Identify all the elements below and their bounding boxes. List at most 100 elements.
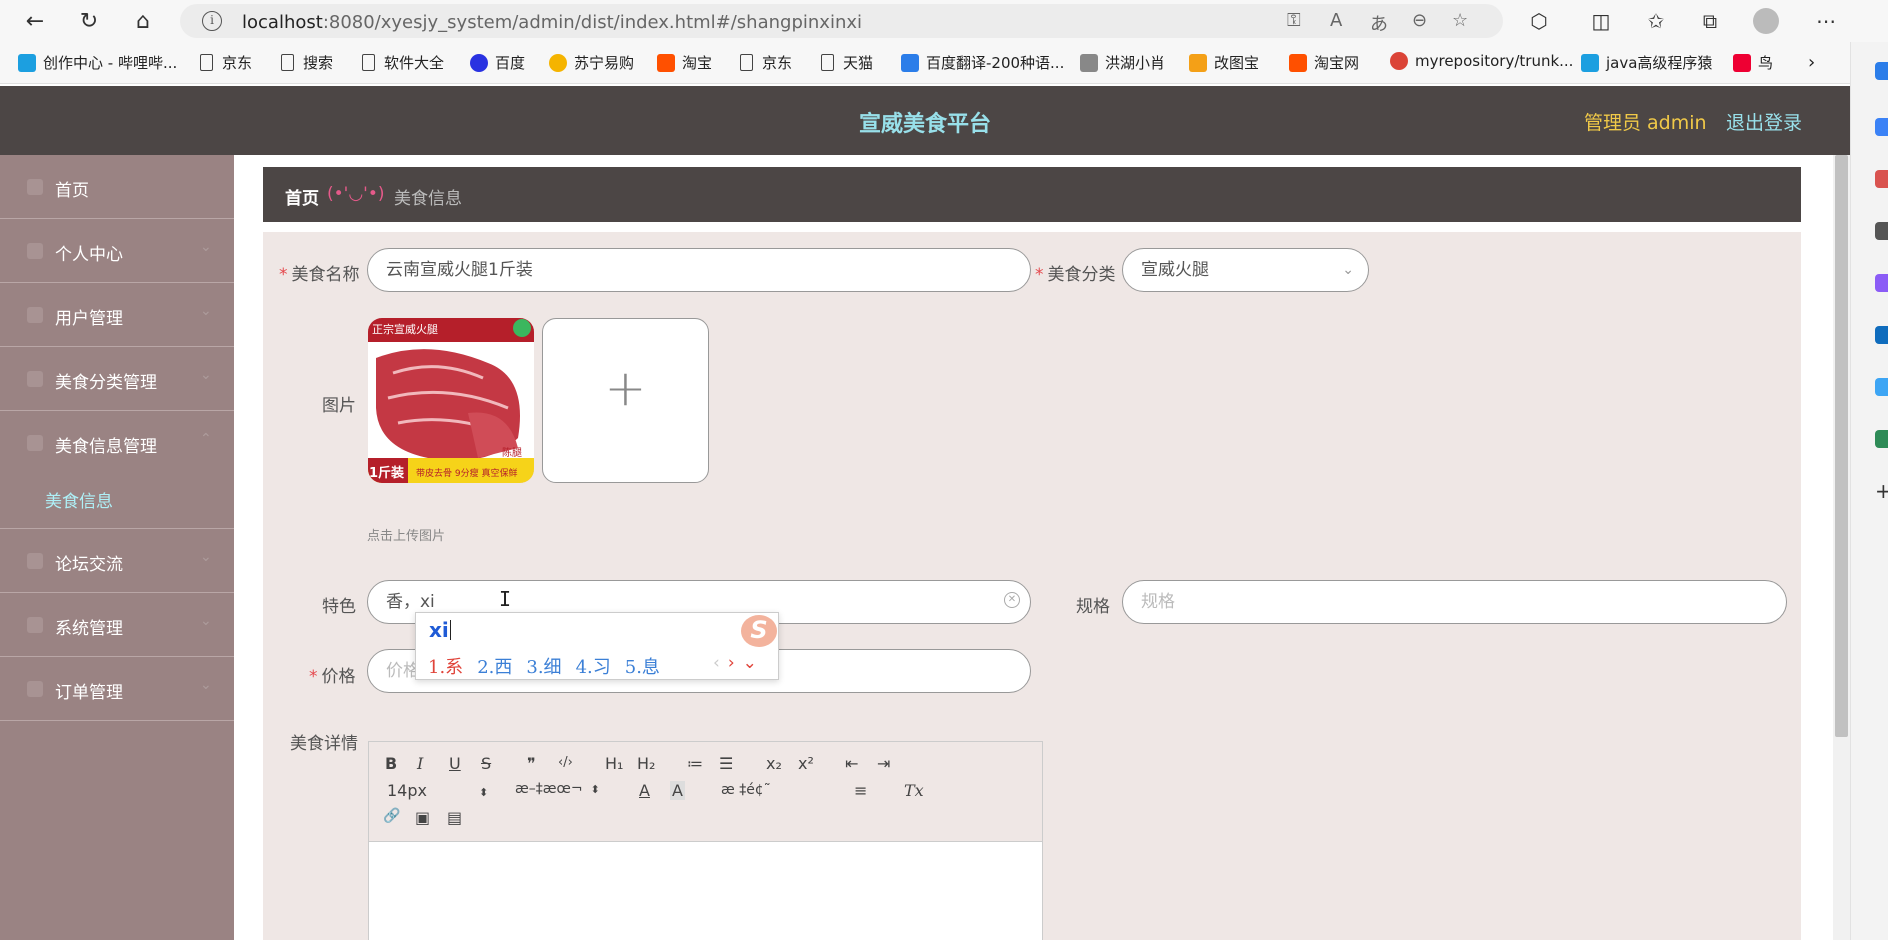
bookmark-item[interactable]: 百度 (470, 52, 525, 73)
bold-button[interactable]: B (385, 754, 397, 773)
header-select[interactable]: æ ‡é¢˜ (721, 782, 771, 798)
subscript-button[interactable]: x₂ (766, 754, 782, 773)
collections-icon[interactable]: ⧉ (1695, 6, 1725, 36)
ordered-list-button[interactable]: ≔ (687, 754, 703, 773)
telegram-icon[interactable] (1875, 378, 1888, 396)
bullet-list-button[interactable]: ☰ (719, 754, 733, 773)
text-color-button[interactable]: A (639, 781, 650, 800)
people-icon[interactable] (1875, 222, 1888, 240)
translate-icon[interactable]: あ (1370, 10, 1388, 36)
ime-candidate[interactable]: 4.习 (576, 657, 611, 678)
favorites-icon[interactable]: ✩ (1641, 6, 1671, 36)
bookmark-item[interactable]: 洪湖小肖 (1080, 52, 1165, 73)
underline-button[interactable]: U (449, 754, 461, 773)
bookmark-item[interactable]: 天猫 (821, 52, 873, 73)
scrollbar-thumb[interactable] (1835, 155, 1848, 737)
split-screen-icon[interactable]: ◫ (1586, 6, 1616, 36)
bookmark-item[interactable]: 淘宝网 (1289, 52, 1359, 73)
bookmark-item[interactable]: 京东 (200, 52, 252, 73)
ime-candidate[interactable]: 3.细 (526, 657, 561, 678)
sidebar-item-categories[interactable]: 美食分类管理 ⌄ (0, 347, 234, 411)
superscript-button[interactable]: x² (798, 754, 814, 773)
upload-image-button[interactable]: + (542, 318, 709, 483)
chevron-down-icon: ⌄ (200, 303, 212, 319)
key-icon[interactable]: ⚿ (1287, 10, 1301, 31)
tree-icon[interactable] (1875, 430, 1888, 448)
extensions-icon[interactable]: ⬡ (1524, 6, 1554, 36)
editor-body[interactable] (369, 841, 1042, 941)
bookmark-item[interactable]: 京东 (740, 52, 792, 73)
add-icon[interactable]: + (1875, 481, 1888, 501)
search-icon[interactable] (1875, 62, 1888, 80)
spec-input[interactable]: 规格 (1122, 580, 1787, 624)
site-info-icon[interactable]: i (202, 11, 222, 31)
ime-candidate[interactable]: 5.息 (625, 657, 660, 678)
image-tag-text: 1斤装 (369, 466, 405, 481)
read-aloud-icon[interactable]: A (1330, 10, 1342, 31)
sidebar-item-users[interactable]: 用户管理 ⌄ (0, 283, 234, 347)
bookmark-item[interactable]: 淘宝 (657, 52, 712, 73)
h2-button[interactable]: H₂ (637, 754, 655, 773)
food-icon (27, 435, 43, 451)
link-button[interactable]: 🔗 (383, 808, 400, 824)
breadcrumb-home[interactable]: 首页 (285, 184, 319, 209)
sidebar-subitem-food-info[interactable]: 美食信息 (0, 465, 234, 529)
address-bar[interactable]: i localhost:8080/xyesjy_system/admin/dis… (180, 4, 1503, 38)
spec-label: 规格 (1076, 597, 1110, 617)
plus-icon: + (604, 359, 647, 417)
logout-link[interactable]: 退出登录 (1726, 108, 1802, 135)
video-button[interactable]: ▤ (447, 808, 462, 827)
more-menu-icon[interactable]: ⋯ (1811, 6, 1841, 36)
office-icon[interactable] (1875, 274, 1888, 292)
sidebar-item-profile[interactable]: 个人中心 ⌄ (0, 219, 234, 283)
background-color-button[interactable]: A (670, 781, 685, 800)
bookmark-item[interactable]: 鸟 (1733, 52, 1773, 73)
url-text[interactable]: localhost:8080/xyesjy_system/admin/dist/… (242, 12, 862, 33)
back-icon[interactable]: ← (20, 6, 50, 36)
strike-button[interactable]: S (481, 754, 491, 773)
image-button[interactable]: ▣ (415, 808, 430, 827)
refresh-icon[interactable]: ↻ (74, 6, 104, 36)
clean-format-button[interactable]: Tx (904, 781, 924, 800)
name-input[interactable]: 云南宣威火腿1斤装 (367, 248, 1031, 292)
sidebar-item-orders[interactable]: 订单管理 ⌄ (0, 657, 234, 721)
food-image-thumbnail[interactable]: 正宗宣威火腿 1斤装 带皮去骨 9分瘦 真空保鲜 陈腿 (368, 318, 534, 483)
profile-avatar-icon[interactable] (1751, 6, 1781, 36)
bookmark-item[interactable]: java高级程序猿 (1581, 52, 1712, 73)
bookmark-item[interactable]: myrepository/trunk... (1390, 52, 1573, 70)
sidebar-item-home[interactable]: 首页 (0, 155, 234, 219)
align-button[interactable]: ≡ (854, 781, 867, 800)
ime-candidate[interactable]: 2.西 (477, 657, 512, 678)
font-family-select[interactable]: æ–‡æœ¬ ⬍ (515, 781, 600, 797)
code-button[interactable]: ‹/› (558, 755, 573, 770)
bookmark-item[interactable]: 软件大全 (362, 52, 444, 73)
tools-icon[interactable] (1875, 170, 1888, 188)
indent-button[interactable]: ⇥ (877, 754, 890, 773)
bookmark-item[interactable]: 创作中心 - 哔哩哔... (18, 52, 177, 73)
quote-button[interactable]: ❞ (527, 754, 536, 773)
ime-expand-icon[interactable]: ⌄ (743, 653, 757, 673)
bookmark-item[interactable]: 改图宝 (1189, 52, 1259, 73)
home-icon[interactable]: ⌂ (128, 6, 158, 36)
sidebar-item-system[interactable]: 系统管理 ⌄ (0, 593, 234, 657)
doc-icon (200, 54, 213, 71)
italic-button[interactable]: I (417, 754, 423, 773)
ime-next-icon[interactable]: › (728, 653, 735, 673)
category-select[interactable]: 宣威火腿 ⌄ (1122, 248, 1369, 292)
bookmark-item[interactable]: 百度翻译-200种语... (901, 52, 1064, 73)
ime-candidate[interactable]: 1.系 (428, 657, 463, 678)
shopping-icon[interactable] (1875, 118, 1888, 136)
outdent-button[interactable]: ⇤ (845, 754, 858, 773)
zoom-out-icon[interactable]: ⊖ (1412, 10, 1427, 31)
favorite-add-icon[interactable]: ☆ (1452, 10, 1468, 31)
bookmark-item[interactable]: 搜索 (281, 52, 333, 73)
ime-prev-icon[interactable]: ‹ (713, 653, 720, 673)
h1-button[interactable]: H₁ (605, 754, 623, 773)
font-size-select[interactable]: 14px ⬍ (387, 781, 488, 800)
page-scrollbar[interactable] (1833, 155, 1850, 940)
bookmark-item[interactable]: 苏宁易购 (549, 52, 634, 73)
clear-icon[interactable]: ✕ (1004, 592, 1020, 608)
outlook-icon[interactable] (1875, 326, 1888, 344)
sidebar-item-forum[interactable]: 论坛交流 ⌄ (0, 529, 234, 593)
bookmarks-overflow-icon[interactable]: › (1808, 52, 1815, 73)
